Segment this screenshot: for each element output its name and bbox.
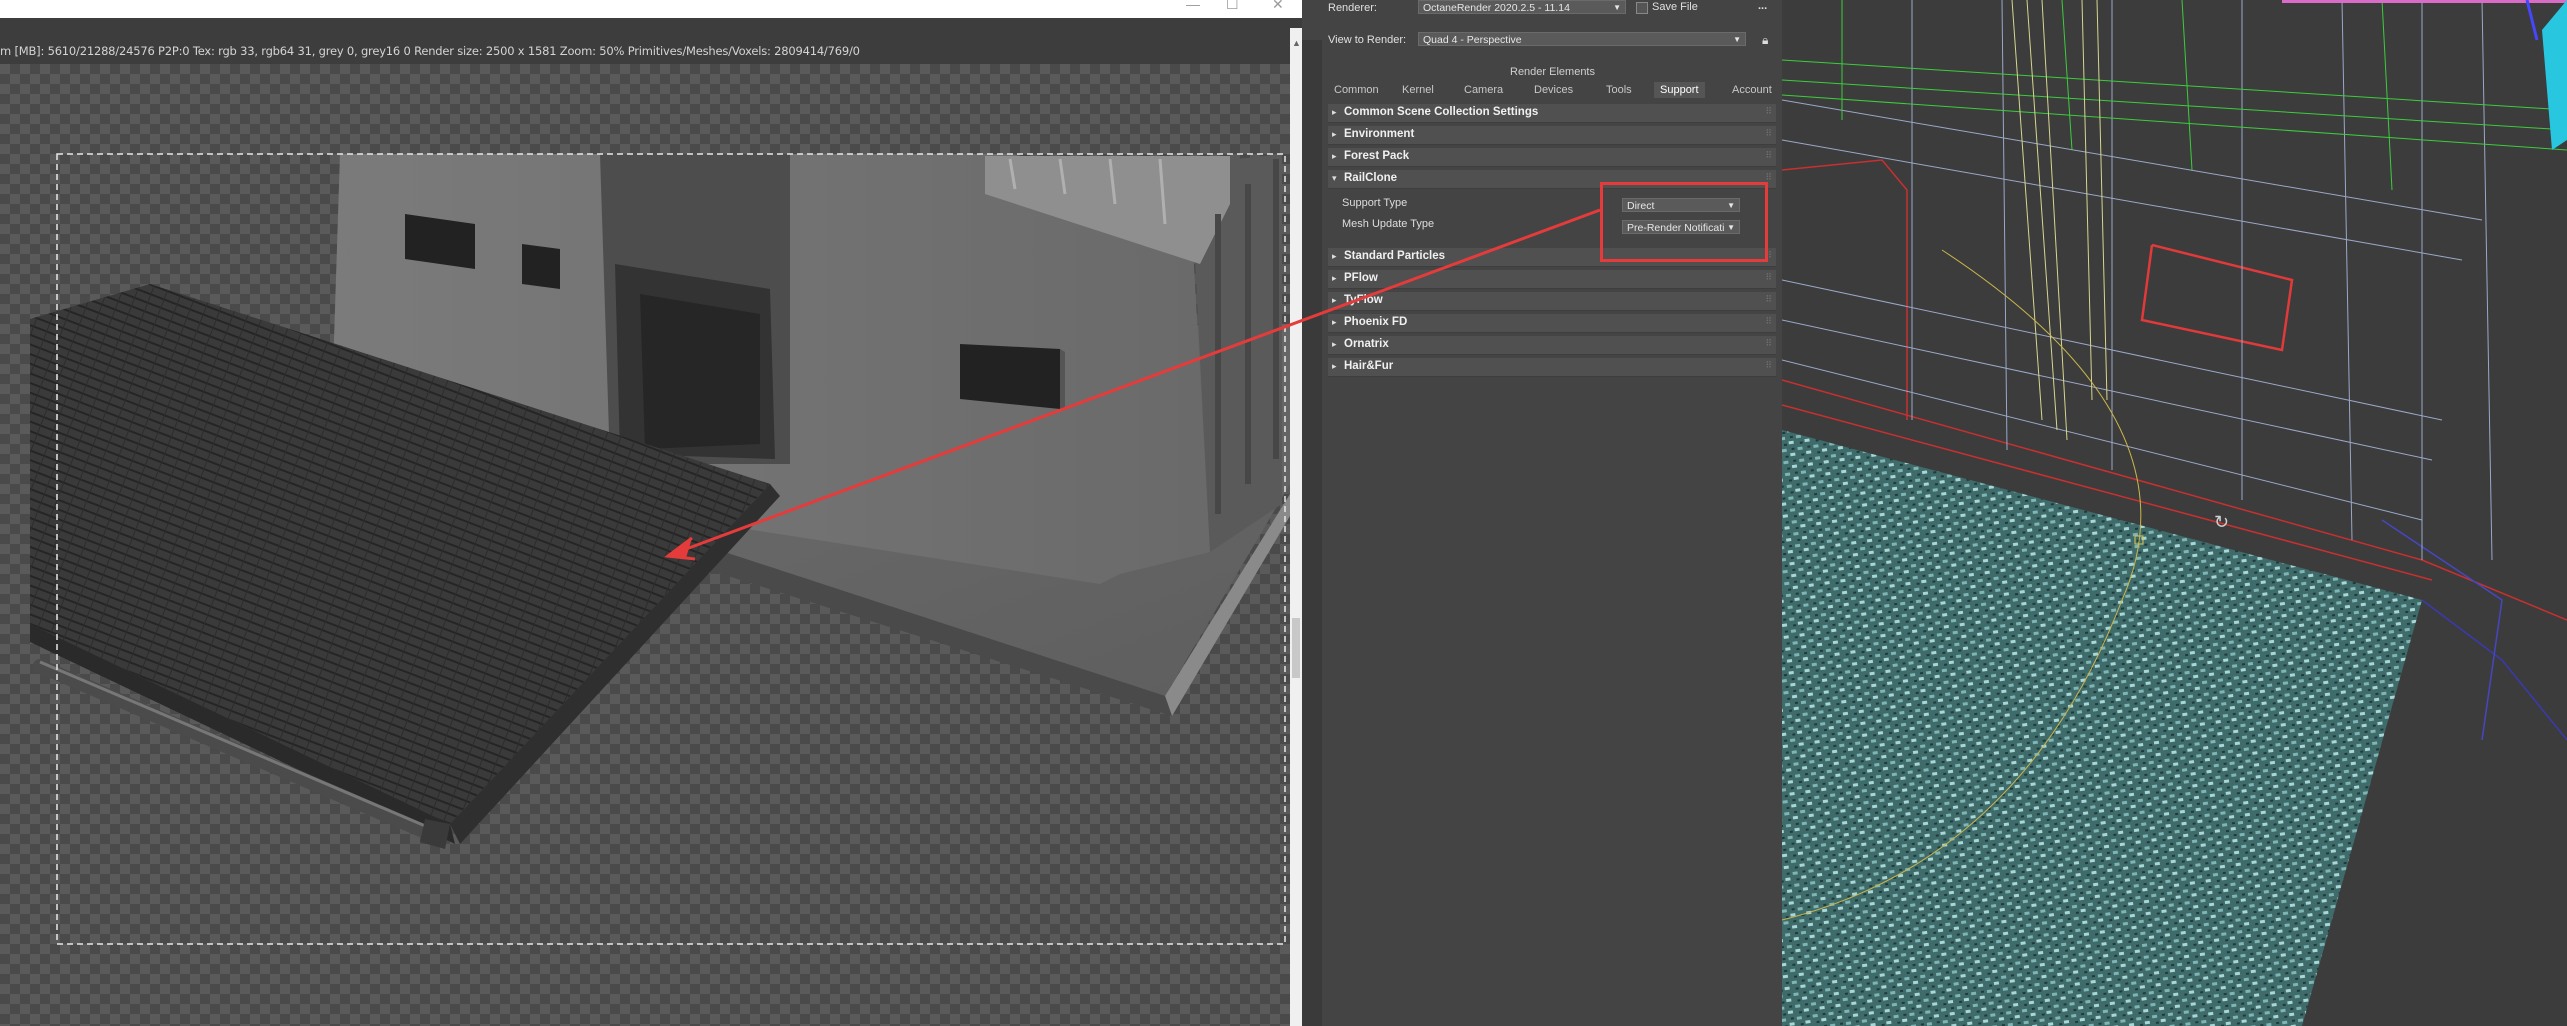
tab-kernel[interactable]: Kernel [1402,84,1434,96]
frame-buffer-scrollbar[interactable]: ▲ [1290,28,1302,1026]
tab-tools[interactable]: Tools [1606,84,1632,96]
render-canvas[interactable] [0,64,1290,1026]
rollout-label: Environment [1344,128,1415,140]
expand-triangle-icon: ▾ [1332,173,1337,183]
rollout-grip-icon: ⠿ [1765,338,1772,348]
renderer-value: OctaneRender 2020.2.5 - 11.14 [1423,2,1570,14]
tab-devices[interactable]: Devices [1534,84,1573,96]
renderer-label: Renderer: [1328,2,1377,14]
rollout-tyflow[interactable]: ▸ TyFlow ⠿ [1328,292,1776,311]
rollout-ornatrix[interactable]: ▸ Ornatrix ⠿ [1328,336,1776,355]
rollout-label: Hair&Fur [1344,360,1394,372]
rollout-grip-icon: ⠿ [1765,294,1772,304]
orbit-icon[interactable]: ↻ [2214,512,2229,533]
rollout-label: TyFlow [1344,294,1383,306]
rollout-grip-icon: ⠿ [1765,106,1772,116]
view-to-render-value: Quad 4 - Perspective [1423,34,1522,46]
rollout-phoenix-fd[interactable]: ▸ Phoenix FD ⠿ [1328,314,1776,333]
minimize-icon[interactable]: — [1186,0,1200,12]
window-3 [960,344,1060,409]
collapse-triangle-icon: ▸ [1332,317,1337,327]
dropdown-arrow-icon: ▼ [1733,35,1741,44]
lock-icon[interactable]: 🔒︎ [1762,33,1768,48]
rollout-hair-fur[interactable]: ▸ Hair&Fur ⠿ [1328,358,1776,377]
collapse-triangle-icon: ▸ [1332,295,1337,305]
view-to-render-dropdown[interactable]: Quad 4 - Perspective ▼ [1418,32,1746,46]
collapse-triangle-icon: ▸ [1332,251,1337,261]
close-icon[interactable]: ✕ [1272,0,1284,13]
railclone-surface [1782,430,2422,1026]
annotation-highlight-box [1600,182,1768,262]
scroll-thumb[interactable] [1292,618,1300,678]
rollout-environment[interactable]: ▸ Environment ⠿ [1328,126,1776,145]
viewport-strip [1302,40,1322,1026]
rollout-label: Phoenix FD [1344,316,1408,328]
tab-support[interactable]: Support [1654,82,1705,98]
rollout-grip-icon: ⠿ [1765,272,1772,282]
rollout-common-scene[interactable]: ▸ Common Scene Collection Settings ⠿ [1328,104,1776,123]
renderer-dropdown[interactable]: OctaneRender 2020.2.5 - 11.14 ▼ [1418,0,1626,14]
rollout-label: Forest Pack [1344,150,1410,162]
rollout-label: Ornatrix [1344,338,1389,350]
collapse-triangle-icon: ▸ [1332,129,1337,139]
rollout-grip-icon: ⠿ [1765,316,1772,326]
maximize-icon[interactable]: ☐ [1226,0,1239,13]
render-setup-tabs: Common Kernel Camera Devices Tools Suppo… [1324,82,1780,102]
more-options-button[interactable]: ... [1758,0,1767,12]
rollout-label: Common Scene Collection Settings [1344,106,1539,118]
render-stats-line: m [MB]: 5610/21288/24576 P2P:0 Tex: rgb … [0,44,860,58]
view-to-render-label: View to Render: [1328,34,1407,46]
rollout-label: PFlow [1344,272,1378,284]
viewport-scene [1782,0,2567,1026]
tab-account[interactable]: Account [1732,84,1772,96]
render-setup-panel: Renderer: OctaneRender 2020.2.5 - 11.14 … [1302,0,1782,1026]
render-elements-label: Render Elements [1510,66,1595,78]
save-file-checkbox[interactable] [1636,2,1648,14]
support-type-label: Support Type [1342,197,1408,209]
window-2 [522,244,560,289]
mesh-update-type-label: Mesh Update Type [1342,218,1435,230]
rollout-forest-pack[interactable]: ▸ Forest Pack ⠿ [1328,148,1776,167]
save-file-label: Save File [1652,1,1698,13]
rollout-grip-icon: ⠿ [1765,150,1772,160]
rendered-image [30,153,1290,945]
dropdown-arrow-icon: ▼ [1613,3,1621,12]
rollout-label: Standard Particles [1344,250,1445,262]
rollout-grip-icon: ⠿ [1765,360,1772,370]
frame-buffer-titlebar: — ☐ ✕ [0,0,1302,18]
rollout-pflow[interactable]: ▸ PFlow ⠿ [1328,270,1776,289]
perspective-viewport[interactable]: ↻ [1782,0,2567,1026]
collapse-triangle-icon: ▸ [1332,273,1337,283]
collapse-triangle-icon: ▸ [1332,339,1337,349]
collapse-triangle-icon: ▸ [1332,361,1337,371]
collapse-triangle-icon: ▸ [1332,151,1337,161]
rollout-label: RailClone [1344,172,1398,184]
tab-common[interactable]: Common [1334,84,1379,96]
scroll-up-icon[interactable]: ▲ [1292,38,1301,48]
rollout-grip-icon: ⠿ [1765,128,1772,138]
collapse-triangle-icon: ▸ [1332,107,1337,117]
frame-buffer-window: — ☐ ✕ m [MB]: 5610/21288/24576 P2P:0 Tex… [0,0,1302,1026]
tab-camera[interactable]: Camera [1464,84,1503,96]
